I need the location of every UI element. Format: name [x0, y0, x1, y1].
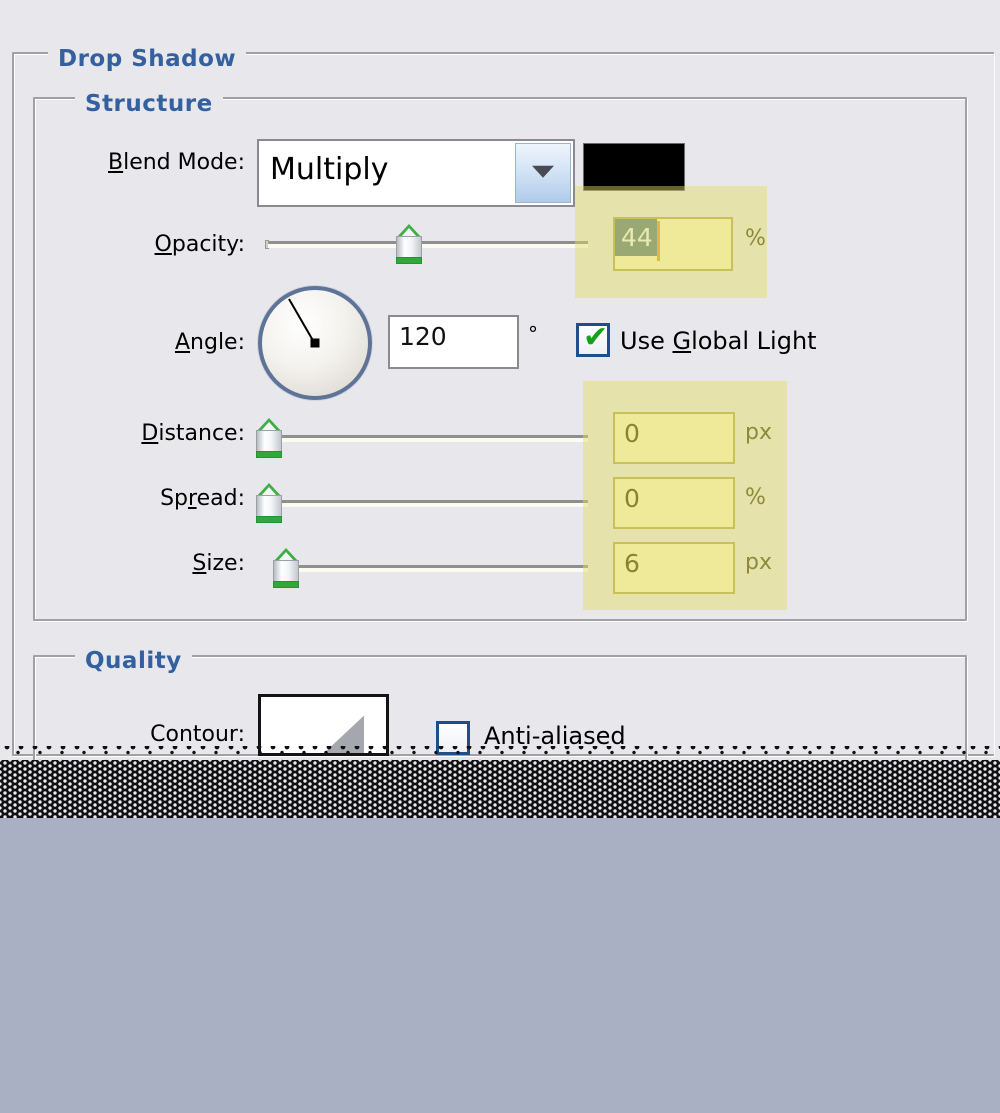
chevron-down-icon[interactable]	[515, 143, 571, 203]
opacity-slider[interactable]	[265, 224, 588, 264]
size-unit: px	[745, 550, 772, 575]
angle-label: Angle:	[174, 330, 245, 355]
spread-slider[interactable]	[256, 483, 588, 523]
angle-input[interactable]: 120	[388, 315, 519, 369]
opacity-value: 44	[615, 219, 657, 256]
distance-label: Distance:	[141, 421, 245, 446]
text-caret	[656, 221, 660, 261]
layer-style-panel: Drop Shadow Structure Quality Blend Mode…	[0, 0, 1000, 760]
size-slider[interactable]	[273, 548, 588, 588]
quality-title: Quality	[75, 650, 192, 673]
distance-slider[interactable]	[256, 418, 588, 458]
check-icon: ✔	[583, 320, 609, 355]
dither-band	[0, 760, 1000, 818]
spread-label: Spread:	[160, 486, 245, 511]
blend-mode-value: Multiply	[270, 152, 389, 187]
opacity-label: Opacity:	[154, 232, 245, 257]
opacity-slider-thumb[interactable]	[394, 224, 424, 264]
blend-mode-combobox[interactable]: Multiply	[257, 139, 575, 207]
opacity-slider-track[interactable]	[265, 240, 588, 249]
blend-mode-label: Blend Mode:	[108, 150, 245, 175]
spread-slider-track[interactable]	[265, 499, 588, 508]
angle-dial[interactable]	[258, 286, 372, 400]
use-global-light-checkbox[interactable]: ✔	[576, 323, 610, 357]
distance-slider-thumb[interactable]	[254, 418, 284, 458]
opacity-unit: %	[745, 226, 766, 251]
desktop-background	[0, 818, 1000, 1113]
size-slider-track[interactable]	[282, 564, 588, 573]
structure-title: Structure	[75, 93, 223, 116]
size-label: Size:	[192, 551, 245, 576]
shadow-color-swatch[interactable]	[583, 143, 685, 191]
use-global-light-label[interactable]: Use Global Light	[620, 327, 817, 355]
spread-slider-thumb[interactable]	[254, 483, 284, 523]
distance-unit: px	[745, 420, 772, 445]
drop-shadow-title: Drop Shadow	[48, 48, 247, 71]
opacity-input[interactable]: 44	[613, 217, 733, 271]
size-input[interactable]: 6	[613, 542, 735, 594]
distance-slider-track[interactable]	[265, 434, 588, 443]
size-slider-thumb[interactable]	[271, 548, 301, 588]
distance-input[interactable]: 0	[613, 412, 735, 464]
spread-input[interactable]: 0	[613, 477, 735, 529]
angle-unit: °	[528, 322, 538, 346]
spread-unit: %	[745, 485, 766, 510]
contour-label: Contour:	[150, 722, 245, 747]
angle-dial-knob	[310, 338, 320, 348]
